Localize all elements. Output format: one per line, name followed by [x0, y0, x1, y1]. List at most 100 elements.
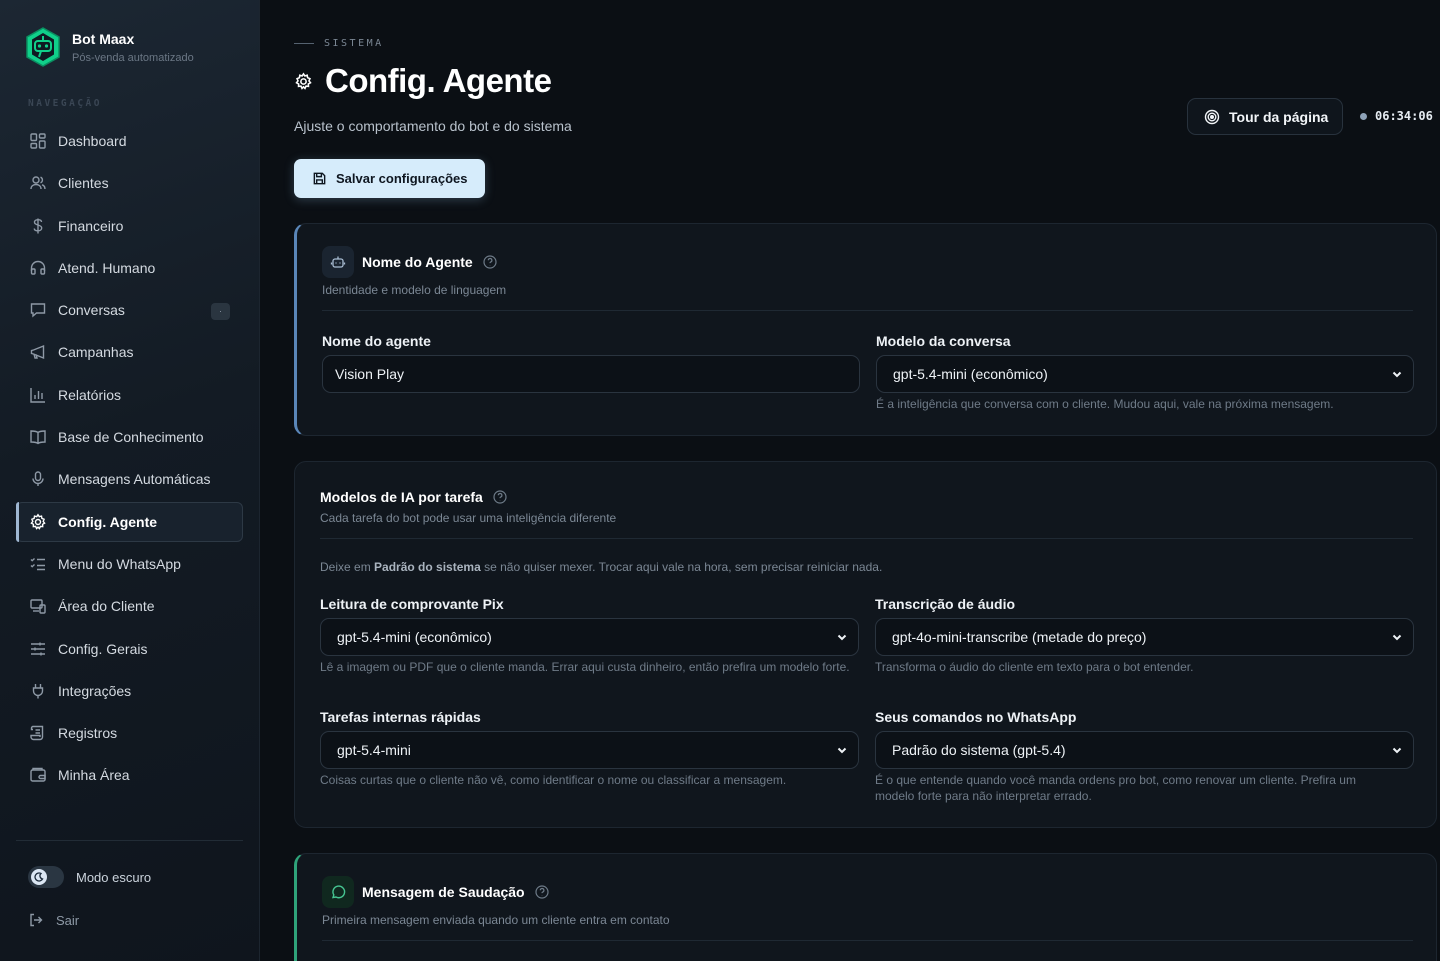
agent-name-card: Nome do Agente Identidade e modelo de li…	[294, 223, 1437, 436]
save-settings-button[interactable]: Salvar configurações	[294, 159, 485, 198]
sidebar-item-dashboard[interactable]: Dashboard	[16, 121, 243, 161]
card-header: Mensagem de Saudação	[322, 876, 549, 908]
clock: 06:34:06	[1360, 109, 1433, 123]
sidebar-item-clientes[interactable]: Clientes	[16, 163, 243, 203]
card-title: Mensagem de Saudação	[362, 884, 525, 900]
nav-heading: NAVEGAÇÃO	[28, 98, 102, 109]
internal-model-hint: Coisas curtas que o cliente não vê, como…	[320, 773, 787, 787]
logout-button[interactable]: Sair	[28, 912, 79, 928]
commands-model-hint: É o que entende quando você manda ordens…	[875, 773, 1356, 803]
select-value: Padrão do sistema (gpt-5.4)	[892, 742, 1066, 758]
agent-name-input[interactable]: Vision Play	[322, 355, 860, 393]
sidebar-item-label: Atend. Humano	[58, 259, 156, 276]
audio-model-select[interactable]: gpt-4o-mini-transcribe (metade do preço)	[875, 618, 1414, 656]
book-icon	[29, 428, 47, 446]
card-divider	[322, 310, 1413, 311]
moon-icon	[31, 869, 47, 885]
sidebar-item-relatorios[interactable]: Relatórios	[16, 375, 243, 415]
audio-model-label: Transcrição de áudio	[875, 596, 1016, 612]
sidebar-item-mensagens-automaticas[interactable]: Mensagens Automáticas	[16, 459, 243, 499]
microphone-icon	[29, 470, 47, 488]
plug-icon	[29, 682, 47, 700]
info-text-part: se não quiser mexer. Trocar aqui vale na…	[480, 560, 883, 574]
dollar-icon	[29, 217, 47, 235]
card-description: Cada tarefa do bot pode usar uma intelig…	[320, 511, 617, 525]
conversas-badge: ·	[211, 303, 230, 321]
sidebar-item-registros[interactable]: Registros	[16, 713, 243, 753]
dark-mode-toggle[interactable]: Modo escuro	[28, 866, 151, 888]
sidebar-item-campanhas[interactable]: Campanhas	[16, 332, 243, 372]
help-icon[interactable]	[535, 885, 549, 899]
card-description: Identidade e modelo de linguagem	[322, 283, 507, 297]
bar-chart-icon	[29, 386, 47, 404]
greeting-card: Mensagem de Saudação Primeira mensagem e…	[294, 853, 1437, 961]
agent-name-label: Nome do agente	[322, 333, 431, 349]
sidebar-item-menu-whatsapp[interactable]: Menu do WhatsApp	[16, 544, 243, 584]
sidebar-item-atend-humano[interactable]: Atend. Humano	[16, 248, 243, 288]
sidebar-item-label: Base de Conhecimento	[58, 429, 204, 446]
sidebar-item-label: Relatórios	[58, 386, 122, 403]
bot-logo-icon	[26, 27, 60, 67]
chevron-down-icon	[1392, 747, 1402, 754]
select-value: gpt-4o-mini-transcribe (metade do preço)	[892, 629, 1147, 645]
sidebar-item-label: Config. Gerais	[58, 640, 148, 657]
sidebar-item-integracoes[interactable]: Integrações	[16, 671, 243, 711]
sidebar-item-area-cliente[interactable]: Área do Cliente	[16, 586, 243, 626]
toggle-switch[interactable]	[28, 866, 64, 888]
main-content: SISTEMA Config. Agente Ajuste o comporta…	[261, 0, 1440, 961]
gear-icon	[295, 71, 312, 90]
megaphone-icon	[29, 343, 47, 361]
sidebar-item-label: Minha Área	[58, 767, 130, 784]
save-icon	[313, 172, 326, 185]
sidebar-item-label: Config. Agente	[58, 513, 158, 530]
sidebar-item-config-agente[interactable]: Config. Agente	[16, 501, 243, 542]
headset-icon	[29, 259, 47, 277]
page-title: Config. Agente	[294, 62, 552, 100]
commands-model-select[interactable]: Padrão do sistema (gpt-5.4)	[875, 731, 1414, 769]
card-divider	[322, 940, 1413, 941]
list-check-icon	[29, 555, 47, 573]
wallet-icon	[29, 766, 47, 784]
help-icon[interactable]	[483, 255, 497, 269]
card-title: Nome do Agente	[362, 254, 473, 270]
gear-icon	[29, 513, 47, 531]
sidebar-item-label: Menu do WhatsApp	[58, 555, 181, 572]
sidebar-item-conversas[interactable]: Conversas ·	[16, 290, 243, 330]
audio-model-hint: Transforma o áudio do cliente em texto p…	[875, 660, 1194, 674]
help-icon[interactable]	[493, 490, 507, 504]
ai-models-card: Modelos de IA por tarefa Cada tarefa do …	[294, 461, 1437, 828]
sliders-icon	[29, 640, 47, 658]
brand[interactable]: Bot Maax Pós-venda automatizado	[24, 26, 194, 68]
devices-icon	[29, 597, 47, 615]
info-text: Deixe em Padrão do sistema se não quiser…	[320, 560, 882, 574]
chevron-down-icon	[837, 747, 847, 754]
card-header: Modelos de IA por tarefa	[320, 489, 507, 505]
sidebar-divider	[16, 840, 243, 841]
sidebar-item-label: Clientes	[58, 175, 109, 192]
sidebar-item-base-conhecimento[interactable]: Base de Conhecimento	[16, 417, 243, 457]
save-label: Salvar configurações	[336, 171, 468, 186]
chevron-down-icon	[837, 634, 847, 641]
logout-icon	[30, 913, 43, 927]
sidebar-item-minha-area[interactable]: Minha Área	[16, 755, 243, 795]
conversation-model-select[interactable]: gpt-5.4-mini (econômico)	[876, 355, 1414, 393]
clock-time: 06:34:06	[1375, 109, 1433, 123]
sidebar-item-financeiro[interactable]: Financeiro	[16, 206, 243, 246]
internal-model-select[interactable]: gpt-5.4-mini	[320, 731, 859, 769]
chevron-down-icon	[1392, 634, 1402, 641]
select-value: gpt-5.4-mini (econômico)	[893, 366, 1048, 382]
card-title: Modelos de IA por tarefa	[320, 489, 483, 505]
page-tour-button[interactable]: Tour da página	[1187, 98, 1343, 135]
pix-model-hint: Lê a imagem ou PDF que o cliente manda. …	[320, 660, 850, 674]
sidebar-item-config-gerais[interactable]: Config. Gerais	[16, 629, 243, 669]
target-icon	[1204, 109, 1220, 124]
dashboard-icon	[29, 132, 47, 150]
info-text-bold: Padrão do sistema	[374, 560, 481, 574]
pix-model-select[interactable]: gpt-5.4-mini (econômico)	[320, 618, 859, 656]
dark-mode-label: Modo escuro	[76, 869, 152, 885]
scroll-icon	[29, 724, 47, 742]
chevron-down-icon	[1392, 371, 1402, 378]
info-text-part: Deixe em	[320, 560, 375, 574]
eyebrow-line	[294, 43, 314, 44]
card-header: Nome do Agente	[322, 246, 497, 278]
